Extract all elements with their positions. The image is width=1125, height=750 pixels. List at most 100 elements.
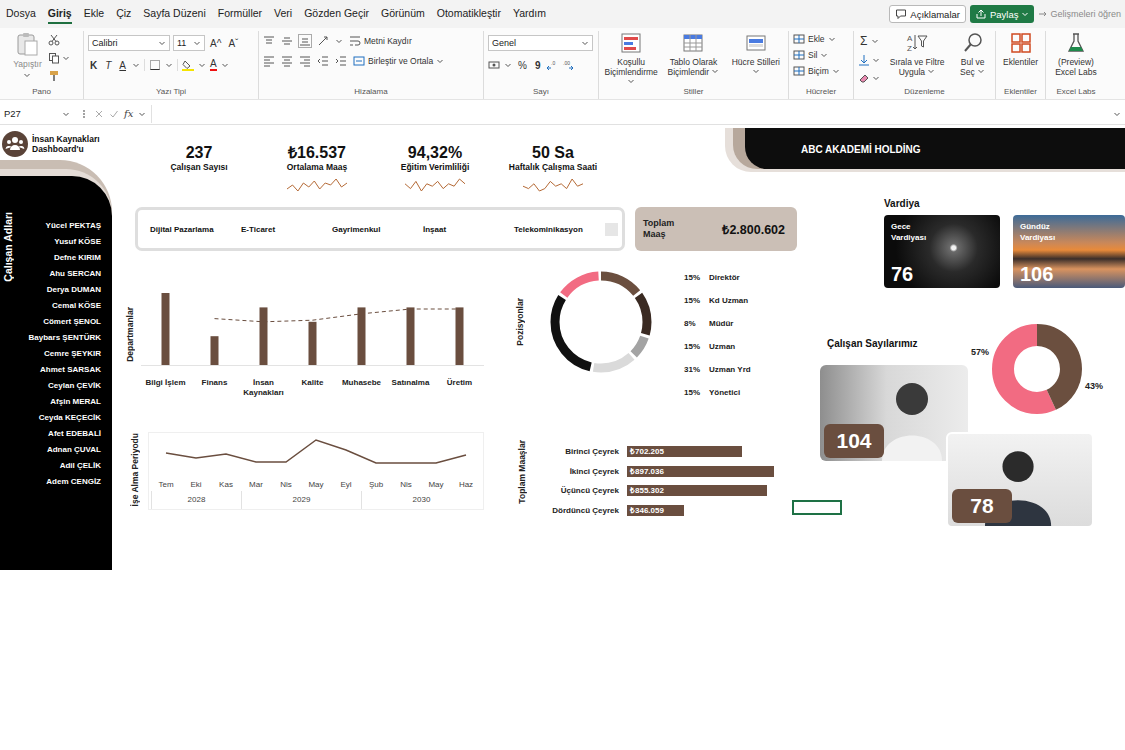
eraser-icon[interactable] (858, 72, 870, 84)
bar[interactable] (407, 307, 415, 365)
bar[interactable] (358, 307, 366, 365)
worksheet[interactable]: İnsan Kaynakları Dashboard'u Çalışan Adl… (0, 128, 1125, 750)
fill-down-icon[interactable] (858, 54, 870, 66)
employee-name[interactable]: Yusuf KÖSE (14, 234, 101, 250)
donut-segment[interactable] (1003, 335, 1071, 403)
menu-tab[interactable]: Görünüm (381, 4, 425, 24)
styles-button[interactable]: Hücre Stilleri (728, 31, 784, 77)
shrink-font-button[interactable]: Aˇ (226, 38, 240, 49)
fill-color-icon[interactable] (182, 59, 194, 71)
slicer-item[interactable]: E-Ticaret (241, 225, 332, 234)
format-painter-icon[interactable] (48, 70, 60, 82)
cells-button[interactable]: Biçim (793, 65, 849, 77)
employee-name[interactable]: Derya DUMAN (14, 282, 101, 298)
donut-segment[interactable] (555, 276, 647, 368)
merge-center-button[interactable]: Birleştir ve Ortala (353, 55, 444, 67)
employee-name[interactable]: Adem CENGİZ (14, 474, 101, 490)
autosum-button[interactable]: Σ (858, 34, 869, 48)
donut-segment[interactable] (555, 276, 647, 368)
employee-name[interactable]: Ceylan ÇEVİK (14, 378, 101, 394)
paste-button[interactable]: Yapıştır (13, 31, 42, 79)
find-select-button[interactable]: Bul ve Seç (954, 31, 991, 77)
align-right-icon[interactable] (299, 55, 311, 67)
donut-segment[interactable] (555, 276, 647, 368)
employee-name[interactable]: Ahu SERCAN (14, 266, 101, 282)
bar[interactable]: ₺346.059 (627, 505, 684, 516)
slicer-item[interactable]: Telekominikasyon (514, 225, 605, 234)
bar[interactable] (456, 307, 464, 365)
comments-button[interactable]: Açıklamalar (889, 5, 966, 23)
bar[interactable]: ₺702.205 (627, 446, 742, 457)
bar[interactable] (309, 322, 317, 365)
menu-tab[interactable]: Giriş (48, 4, 72, 24)
grow-font-button[interactable]: A^ (208, 38, 223, 49)
decrease-decimal-icon[interactable]: .00 (562, 59, 574, 71)
bar[interactable]: ₺897.036 (627, 466, 774, 477)
font-color-button[interactable]: A (210, 59, 217, 71)
styles-button[interactable]: Tablo Olarak Biçimlendir (665, 31, 721, 77)
employee-name[interactable]: Yücel PEKTAŞ (14, 218, 101, 234)
align-top-icon[interactable] (263, 35, 275, 47)
wrap-text-button[interactable]: Metni Kaydır (349, 35, 412, 47)
copy-icon[interactable] (48, 52, 60, 64)
menu-tab[interactable]: Gözden Geçir (304, 4, 369, 24)
cancel-icon[interactable] (94, 109, 104, 119)
addins-button[interactable]: Eklentiler (1000, 31, 1041, 67)
employee-name[interactable]: Afet EDEBALİ (14, 426, 101, 442)
bar[interactable]: ₺855.302 (627, 485, 767, 496)
employee-name[interactable]: Adil ÇELİK (14, 458, 101, 474)
number-format-select[interactable]: Genel (488, 35, 593, 51)
slicer-item[interactable]: Dijital Pazarlama (150, 225, 241, 234)
slicer-item[interactable]: Gayrimenkul (332, 225, 423, 234)
employee-name[interactable]: Defne KIRIM (14, 250, 101, 266)
percent-button[interactable]: % (516, 60, 529, 71)
donut-segment[interactable] (555, 276, 647, 368)
font-family-select[interactable]: Calibri (88, 35, 170, 51)
menu-tab[interactable]: Dosya (6, 4, 36, 24)
share-button[interactable]: Paylaş (970, 5, 1035, 23)
slicer-scroll[interactable] (605, 223, 618, 236)
employee-name[interactable]: Cemal KÖSE (14, 298, 101, 314)
bold-button[interactable]: K (88, 60, 99, 71)
bar[interactable] (211, 336, 219, 365)
slicer-item[interactable]: İnşaat (423, 225, 514, 234)
learn-link[interactable]: Gelişmeleri öğren (1038, 9, 1121, 19)
bar[interactable] (260, 307, 268, 365)
employee-name[interactable]: Adnan ÇUVAL (14, 442, 101, 458)
decrease-indent-icon[interactable] (317, 55, 329, 67)
menu-tab[interactable]: Çiz (116, 4, 131, 24)
align-bottom-icon[interactable] (299, 35, 311, 47)
menu-tab[interactable]: Yardım (513, 4, 546, 24)
confirm-icon[interactable] (109, 109, 119, 119)
employee-name[interactable]: Ceyda KEÇECİK (14, 410, 101, 426)
currency-icon[interactable] (488, 59, 500, 71)
donut-segment[interactable] (555, 276, 647, 368)
name-box[interactable]: P27 (4, 108, 74, 119)
excel-labs-button[interactable]: (Preview) Excel Labs (1050, 31, 1102, 77)
align-middle-icon[interactable] (281, 35, 293, 47)
orientation-icon[interactable] (317, 35, 329, 47)
increase-decimal-icon[interactable]: .0 (546, 59, 558, 71)
cells-button[interactable]: Ekle (793, 33, 849, 45)
sort-filter-button[interactable]: AZ Sırala ve Filtre Uygula (886, 31, 948, 77)
menu-tab[interactable]: Ekle (84, 4, 104, 24)
employee-name[interactable]: Baybars ŞENTÜRK (14, 330, 101, 346)
employee-name[interactable]: Cömert ŞENOL (14, 314, 101, 330)
bar[interactable] (162, 293, 170, 365)
scissors-icon[interactable] (48, 34, 60, 46)
insert-function-button[interactable]: fx (124, 108, 133, 119)
menu-tab[interactable]: Formüller (218, 4, 262, 24)
align-center-icon[interactable] (281, 55, 293, 67)
menu-tab[interactable]: Veri (274, 4, 292, 24)
align-left-icon[interactable] (263, 55, 275, 67)
underline-button[interactable]: A (117, 60, 128, 71)
donut-segment[interactable] (1003, 335, 1071, 403)
menu-tab[interactable]: Sayfa Düzeni (143, 4, 205, 24)
menu-tab[interactable]: Otomatikleştir (437, 4, 501, 24)
font-size-select[interactable]: 11 (173, 35, 205, 51)
styles-button[interactable]: Koşullu Biçimlendirme (603, 31, 659, 87)
italic-button[interactable]: T (103, 60, 113, 71)
employee-name[interactable]: Cemre ŞEYKIR (14, 346, 101, 362)
donut-segment[interactable] (555, 276, 647, 368)
comma-style-button[interactable]: 9 (533, 60, 543, 71)
